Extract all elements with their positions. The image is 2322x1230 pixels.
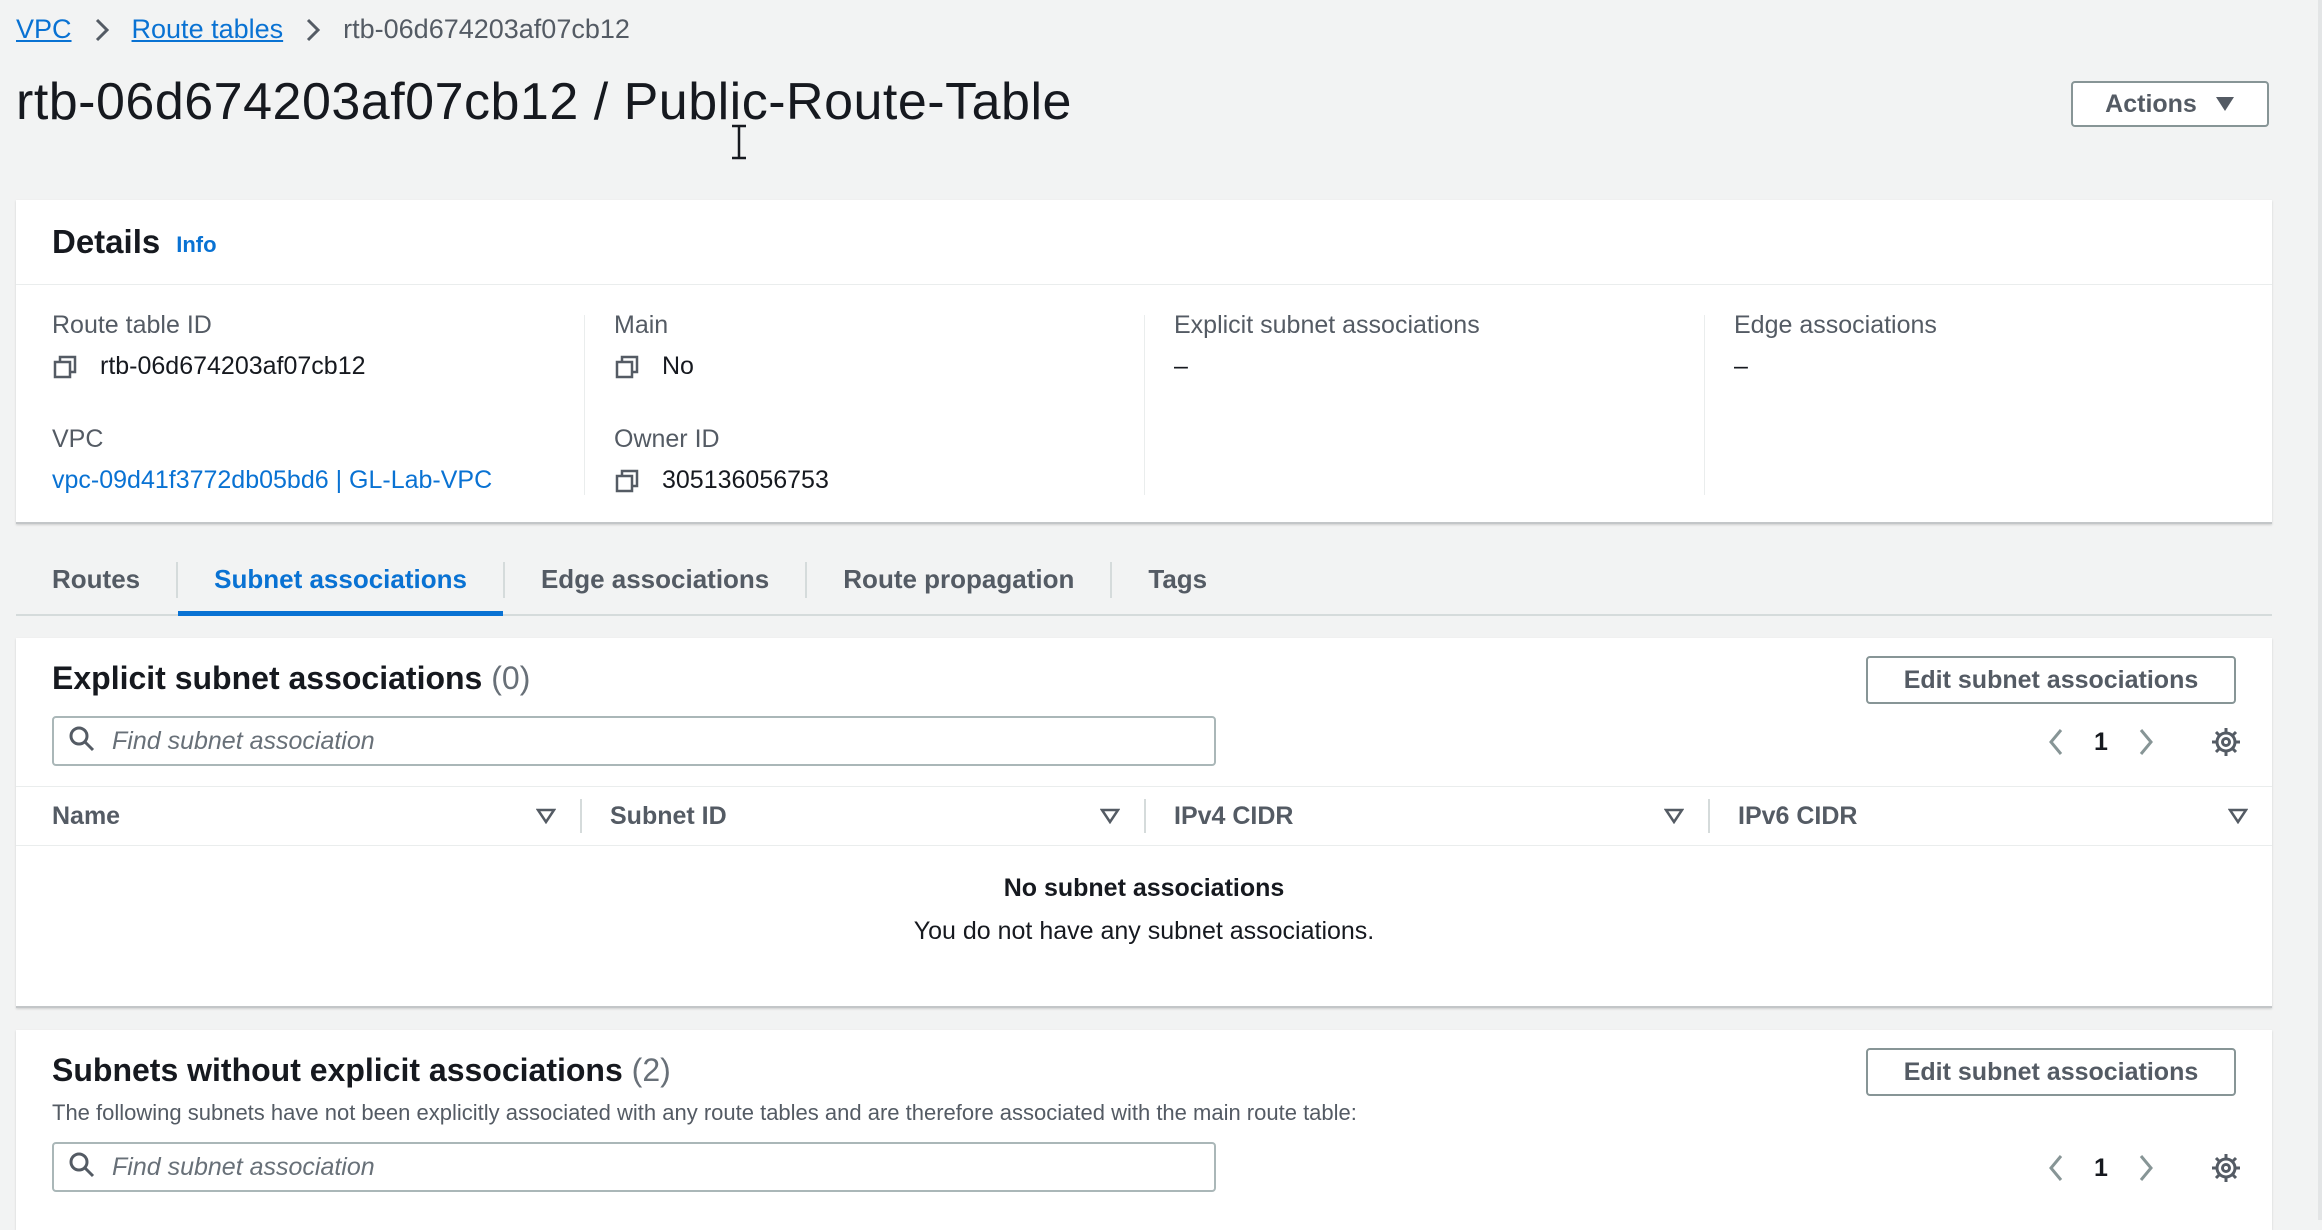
panel-title-text: Explicit subnet associations <box>52 660 483 696</box>
column-header-label: Name <box>52 801 121 830</box>
chevron-right-icon <box>305 17 321 43</box>
tab-subnet-associations[interactable]: Subnet associations <box>178 554 503 616</box>
page-number[interactable]: 1 <box>2076 728 2126 757</box>
details-column-4: Edge associations – <box>1734 311 2254 381</box>
tab-routes[interactable]: Routes <box>16 554 176 614</box>
sort-triangle-icon[interactable] <box>1663 802 1685 831</box>
panel-count: (0) <box>491 660 531 696</box>
actions-button[interactable]: Actions <box>2071 81 2269 127</box>
table-header: Name Subnet ID IPv4 CIDR IPv6 CIDR <box>16 786 2272 846</box>
search-icon <box>68 725 96 758</box>
owner-id-text: 305136056753 <box>662 466 829 494</box>
details-column-2: Main No Owner ID 305136056753 <box>614 311 1134 495</box>
edge-associations-value: – <box>1734 352 1748 380</box>
explicit-subnet-associations-value: – <box>1174 352 1188 380</box>
info-link[interactable]: Info <box>176 232 216 258</box>
edge-associations-label: Edge associations <box>1734 311 1937 339</box>
explicit-subnet-associations-label: Explicit subnet associations <box>1174 311 1480 339</box>
column-header-ipv6-cidr[interactable]: IPv6 CIDR <box>1708 787 2272 845</box>
chevron-right-icon[interactable] <box>2126 728 2166 756</box>
column-header-name[interactable]: Name <box>16 787 580 845</box>
subnets-without-explicit-associations-panel: Subnets without explicit associations (2… <box>16 1030 2272 1230</box>
empty-state-title: No subnet associations <box>1003 874 1285 902</box>
search-input[interactable] <box>110 1151 1194 1183</box>
edit-subnet-associations-button[interactable]: Edit subnet associations <box>1866 656 2236 704</box>
caret-down-icon <box>2215 90 2235 119</box>
search-field[interactable] <box>52 1142 1216 1192</box>
panel-title: Explicit subnet associations (0) <box>52 660 530 697</box>
sort-triangle-icon[interactable] <box>2227 802 2249 831</box>
breadcrumb-current: rtb-06d674203af07cb12 <box>343 14 630 44</box>
column-divider <box>1704 315 1705 495</box>
route-table-id-label: Route table ID <box>52 311 212 339</box>
owner-id-value: 305136056753 <box>614 466 1134 495</box>
panel-title-text: Subnets without explicit associations <box>52 1052 623 1088</box>
main-value: No <box>614 352 1134 381</box>
copy-icon[interactable] <box>614 468 640 494</box>
vpc-field: VPC vpc-09d41f3772db05bd6 | GL-Lab-VPC <box>52 425 572 495</box>
sort-triangle-icon[interactable] <box>535 802 557 831</box>
panel-count: (2) <box>631 1052 671 1088</box>
gear-icon[interactable] <box>2210 726 2242 758</box>
edit-subnet-associations-button[interactable]: Edit subnet associations <box>1866 1048 2236 1096</box>
owner-id-label: Owner ID <box>614 425 720 453</box>
page-number[interactable]: 1 <box>2076 1154 2126 1183</box>
empty-state-description: You do not have any subnet associations. <box>913 917 1375 945</box>
route-table-id-text: rtb-06d674203af07cb12 <box>100 352 366 380</box>
column-divider <box>584 315 585 495</box>
pagination: 1 <box>2036 726 2242 758</box>
empty-state: No subnet associations You do not have a… <box>16 874 2272 946</box>
details-grid: Route table ID rtb-06d674203af07cb12 VPC… <box>16 285 2272 523</box>
sort-triangle-icon[interactable] <box>1099 802 1121 831</box>
breadcrumb-link-vpc[interactable]: VPC <box>16 14 72 45</box>
tab-bar: Routes Subnet associations Edge associat… <box>16 554 2272 616</box>
owner-id-field: Owner ID 305136056753 <box>614 425 1134 495</box>
vpc-link[interactable]: vpc-09d41f3772db05bd6 | GL-Lab-VPC <box>52 466 492 495</box>
actions-label: Actions <box>2105 89 2197 118</box>
column-divider <box>1144 315 1145 495</box>
chevron-left-icon[interactable] <box>2036 728 2076 756</box>
breadcrumb-link-route-tables[interactable]: Route tables <box>132 14 284 45</box>
search-input[interactable] <box>110 725 1194 757</box>
gear-icon[interactable] <box>2210 1152 2242 1184</box>
details-column-1: Route table ID rtb-06d674203af07cb12 VPC… <box>52 311 572 495</box>
vpc-value: vpc-09d41f3772db05bd6 | GL-Lab-VPC <box>52 466 572 495</box>
tab-edge-associations[interactable]: Edge associations <box>505 554 805 614</box>
copy-icon[interactable] <box>52 354 78 380</box>
details-header: Details Info <box>16 200 2272 285</box>
page-title: rtb-06d674203af07cb12 / Public-Route-Tab… <box>16 73 1072 131</box>
main-label: Main <box>614 311 669 339</box>
chevron-left-icon[interactable] <box>2036 1154 2076 1182</box>
panel-description: The following subnets have not been expl… <box>52 1100 1357 1125</box>
breadcrumb: VPC Route tables rtb-06d674203af07cb12 <box>16 14 630 45</box>
details-column-3: Explicit subnet associations – <box>1174 311 1694 381</box>
main-text: No <box>662 352 694 380</box>
search-field[interactable] <box>52 716 1216 766</box>
panel-title: Subnets without explicit associations (2… <box>52 1052 671 1089</box>
tab-route-propagation[interactable]: Route propagation <box>807 554 1110 614</box>
column-header-label: IPv6 CIDR <box>1738 801 1858 830</box>
tab-tags[interactable]: Tags <box>1112 554 1243 614</box>
details-title: Details <box>52 223 161 260</box>
scrollbar-track[interactable] <box>2318 0 2322 1220</box>
text-cursor-icon <box>729 124 749 165</box>
details-card: Details Info Route table ID rtb-06d67420… <box>16 200 2272 524</box>
route-table-id-value: rtb-06d674203af07cb12 <box>52 352 572 381</box>
chevron-right-icon <box>94 17 110 43</box>
search-icon <box>68 1151 96 1184</box>
column-header-ipv4-cidr[interactable]: IPv4 CIDR <box>1144 787 1708 845</box>
pagination: 1 <box>2036 1152 2242 1184</box>
column-header-subnet-id[interactable]: Subnet ID <box>580 787 1144 845</box>
explicit-subnet-associations-panel: Explicit subnet associations (0) Edit su… <box>16 638 2272 1008</box>
copy-icon[interactable] <box>614 354 640 380</box>
column-header-label: IPv4 CIDR <box>1174 801 1294 830</box>
vpc-label: VPC <box>52 425 104 453</box>
column-header-label: Subnet ID <box>610 801 727 830</box>
chevron-right-icon[interactable] <box>2126 1154 2166 1182</box>
